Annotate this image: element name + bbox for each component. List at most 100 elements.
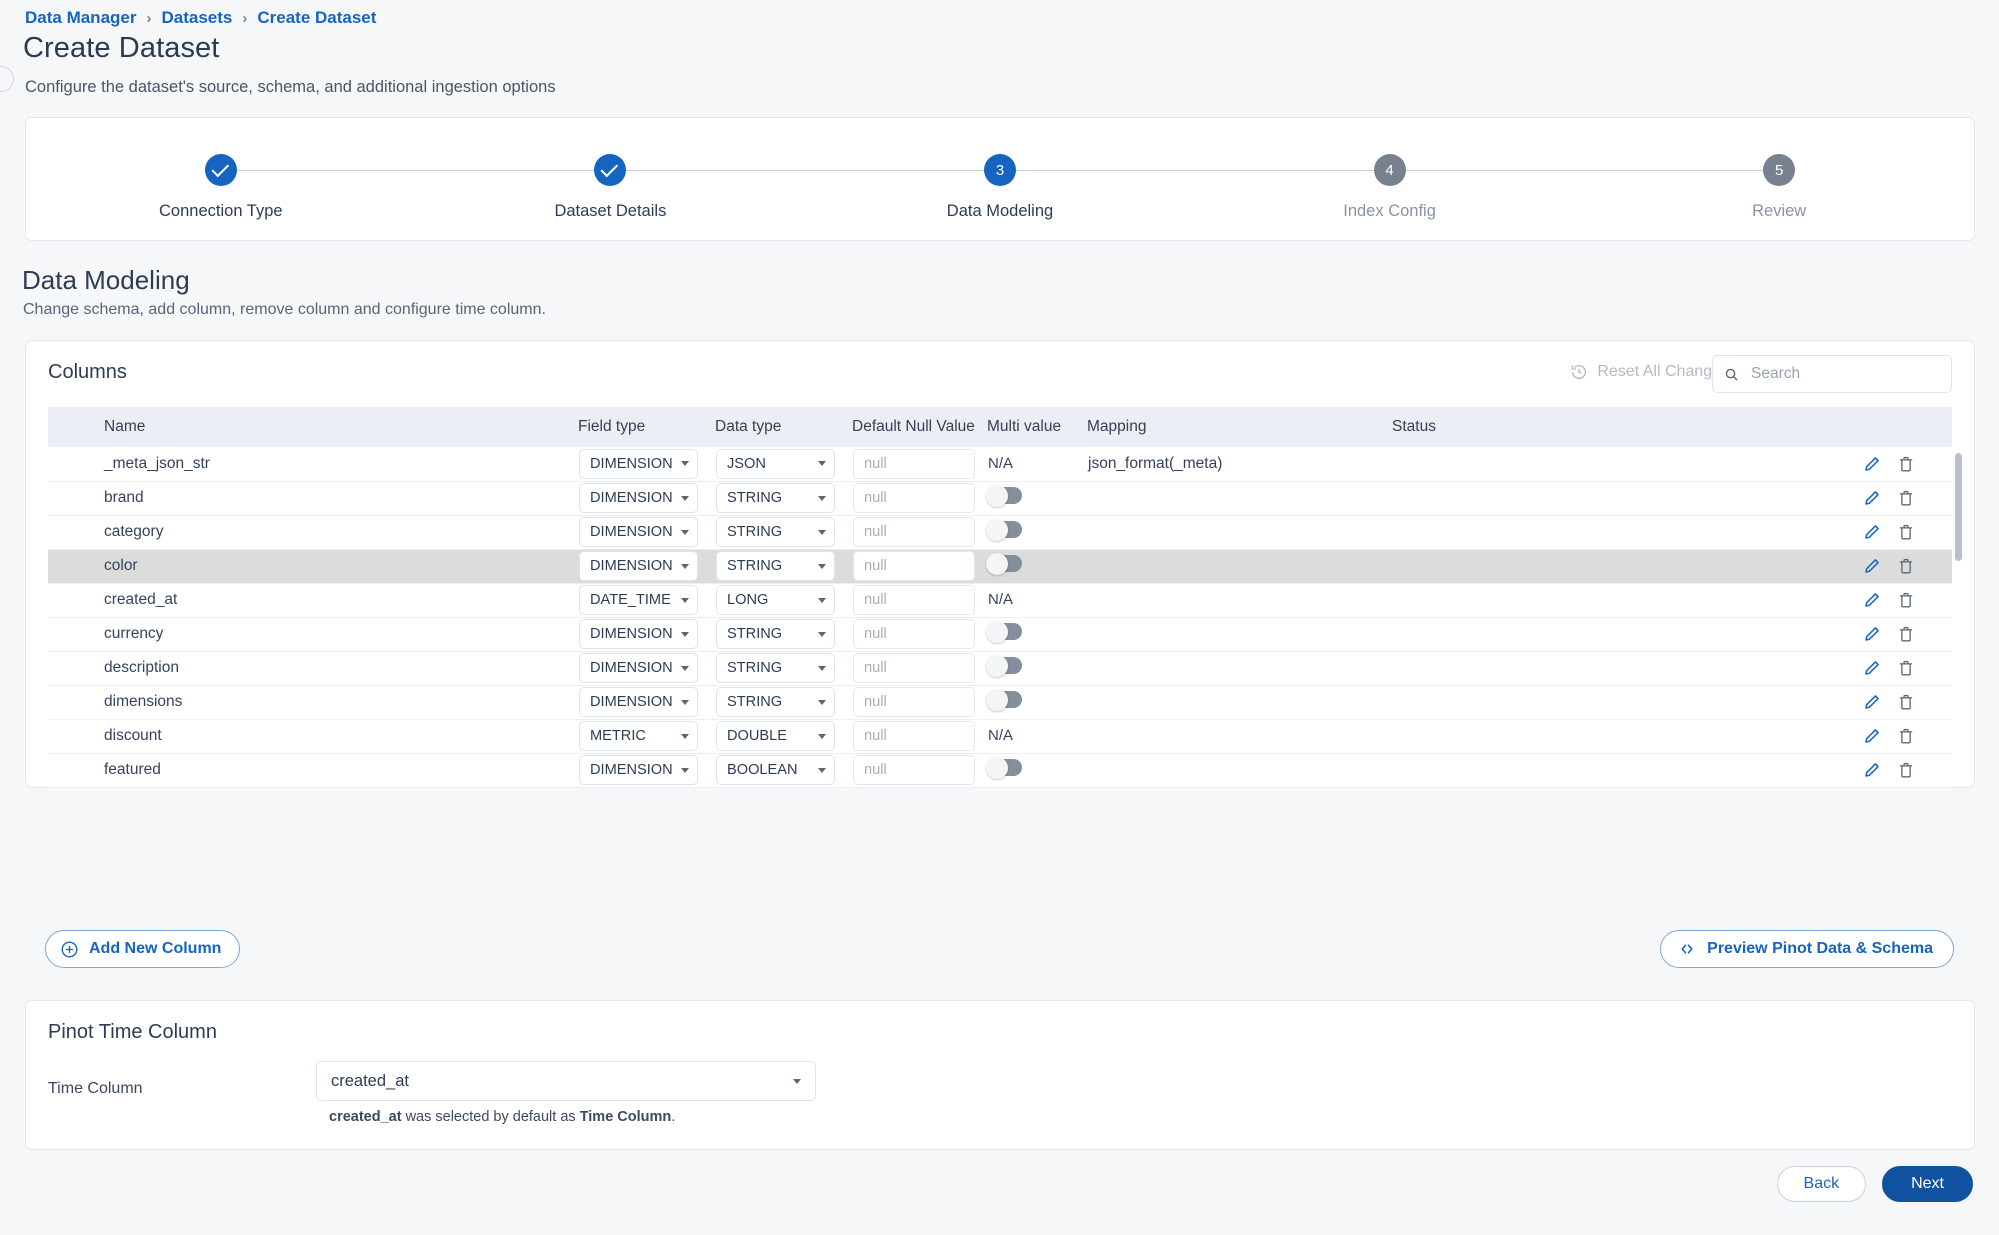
default-null-value-input[interactable]: null (853, 448, 975, 479)
search-box[interactable] (1712, 355, 1952, 393)
field-type-select[interactable]: DIMENSION (579, 448, 698, 479)
multi-value-toggle[interactable] (986, 552, 1022, 575)
multi-value-toggle[interactable] (986, 688, 1022, 711)
default-null-value-input[interactable]: null (853, 687, 975, 717)
edit-pencil-icon[interactable] (1863, 727, 1881, 745)
default-null-value-input[interactable]: null (853, 585, 975, 615)
breadcrumb-item-create-dataset[interactable]: Create Dataset (257, 8, 376, 28)
data-type-select[interactable]: LONG (716, 585, 835, 615)
preview-pinot-data-schema-button[interactable]: Preview Pinot Data & Schema (1660, 930, 1954, 968)
edit-pencil-icon[interactable] (1863, 761, 1881, 779)
time-column-hint-middle: was selected by default as (401, 1109, 580, 1125)
trash-icon[interactable] (1897, 557, 1915, 575)
time-column-select[interactable]: created_at (316, 1061, 816, 1101)
table-row[interactable]: currency DIMENSION STRING null (48, 617, 1952, 652)
trash-icon[interactable] (1897, 761, 1915, 779)
field-type-select[interactable]: DIMENSION (579, 653, 698, 683)
multi-value-toggle[interactable] (986, 518, 1022, 541)
field-type-select[interactable]: DIMENSION (579, 619, 698, 649)
breadcrumb-item-data-manager[interactable]: Data Manager (25, 8, 136, 28)
step-bullet-2[interactable] (594, 154, 627, 186)
cell-multi-value (986, 549, 1087, 584)
trash-icon[interactable] (1897, 625, 1915, 643)
trash-icon[interactable] (1897, 591, 1915, 609)
data-type-select[interactable]: JSON (716, 448, 835, 479)
back-button[interactable]: Back (1776, 1166, 1867, 1202)
edit-pencil-icon[interactable] (1863, 523, 1881, 541)
reset-all-changes-button[interactable]: Reset All Changes (1570, 363, 1729, 381)
table-row[interactable]: brand DIMENSION STRING null (48, 481, 1952, 516)
edit-pencil-icon[interactable] (1863, 693, 1881, 711)
edit-pencil-icon[interactable] (1863, 489, 1881, 507)
columns-panel: Columns Reset All Changes Search Name Fi… (25, 340, 1975, 788)
trash-icon[interactable] (1897, 693, 1915, 711)
edit-pencil-icon[interactable] (1863, 659, 1881, 677)
table-scrollbar[interactable] (1955, 453, 1962, 753)
edit-pencil-icon[interactable] (1863, 591, 1881, 609)
default-null-value-input[interactable]: null (853, 755, 975, 785)
default-null-value-input[interactable]: null (853, 551, 975, 581)
table-scrollbar-thumb[interactable] (1955, 453, 1962, 561)
field-type-select[interactable]: DIMENSION (579, 551, 698, 581)
edit-pencil-icon[interactable] (1863, 557, 1881, 575)
step-dataset-details[interactable]: Dataset Details (416, 118, 1000, 240)
default-null-value-input[interactable]: null (853, 517, 975, 547)
data-type-select[interactable]: STRING (716, 483, 835, 513)
table-row[interactable]: category DIMENSION STRING null (48, 515, 1952, 550)
data-type-select[interactable]: STRING (716, 687, 835, 717)
field-type-select[interactable]: DIMENSION (579, 483, 698, 513)
default-null-value-input[interactable]: null (853, 721, 975, 751)
chevron-down-icon (681, 699, 689, 705)
field-type-select[interactable]: DIMENSION (579, 517, 698, 547)
cell-status (1392, 651, 1862, 686)
data-type-select[interactable]: STRING (716, 619, 835, 649)
edit-pencil-icon[interactable] (1863, 455, 1881, 473)
field-type-select[interactable]: DATE_TIME (579, 585, 698, 615)
table-row[interactable]: dimensions DIMENSION STRING null (48, 685, 1952, 720)
data-type-select[interactable]: DOUBLE (716, 721, 835, 751)
table-row[interactable]: featured DIMENSION BOOLEAN null (48, 753, 1952, 788)
edit-pencil-icon[interactable] (1863, 625, 1881, 643)
step-connection-type[interactable]: Connection Type (26, 118, 611, 240)
multi-value-toggle[interactable] (986, 484, 1022, 507)
field-type-select[interactable]: DIMENSION (579, 755, 698, 785)
trash-icon[interactable] (1897, 523, 1915, 541)
multi-value-toggle[interactable] (986, 654, 1022, 677)
step-bullet-5[interactable]: 5 (1763, 154, 1796, 186)
table-row[interactable]: discount METRIC DOUBLE null N/A (48, 719, 1952, 754)
step-connector (610, 169, 1000, 172)
trash-icon[interactable] (1897, 455, 1915, 473)
trash-icon[interactable] (1897, 489, 1915, 507)
step-bullet-1[interactable] (204, 154, 237, 186)
field-type-select[interactable]: DIMENSION (579, 687, 698, 717)
step-data-modeling[interactable]: 3 Data Modeling (805, 118, 1390, 240)
step-review[interactable]: 5 Review (1584, 118, 1974, 240)
default-null-value-input[interactable]: null (853, 653, 975, 683)
default-null-value-input[interactable]: null (853, 483, 975, 513)
search-input[interactable] (1749, 364, 1940, 384)
step-index-config[interactable]: 4 Index Config (1195, 118, 1780, 240)
table-row[interactable]: description DIMENSION STRING null (48, 651, 1952, 686)
data-type-select[interactable]: STRING (716, 517, 835, 547)
field-type-select[interactable]: METRIC (579, 721, 698, 751)
table-row[interactable]: _meta_json_str DIMENSION JSON null N/A json_f… (48, 447, 1952, 482)
multi-value-toggle[interactable] (986, 620, 1022, 643)
trash-icon[interactable] (1897, 727, 1915, 745)
multi-value-toggle[interactable] (986, 756, 1022, 779)
breadcrumb-item-datasets[interactable]: Datasets (161, 8, 232, 28)
step-bullet-3[interactable]: 3 (983, 154, 1016, 186)
add-new-column-button[interactable]: Add New Column (45, 930, 241, 968)
chevron-down-icon (818, 563, 826, 569)
cell-mapping (1087, 481, 1392, 516)
next-button[interactable]: Next (1882, 1166, 1973, 1202)
step-bullet-4[interactable]: 4 (1373, 154, 1406, 186)
default-null-placeholder: null (864, 728, 887, 744)
table-row[interactable]: color DIMENSION STRING null (48, 549, 1952, 584)
data-type-select[interactable]: STRING (716, 653, 835, 683)
data-type-select[interactable]: BOOLEAN (716, 755, 835, 785)
default-null-value-input[interactable]: null (853, 619, 975, 649)
cell-data-type: STRING (715, 515, 852, 550)
data-type-select[interactable]: STRING (716, 551, 835, 581)
trash-icon[interactable] (1897, 659, 1915, 677)
table-row[interactable]: created_at DATE_TIME LONG null N/A (48, 583, 1952, 618)
